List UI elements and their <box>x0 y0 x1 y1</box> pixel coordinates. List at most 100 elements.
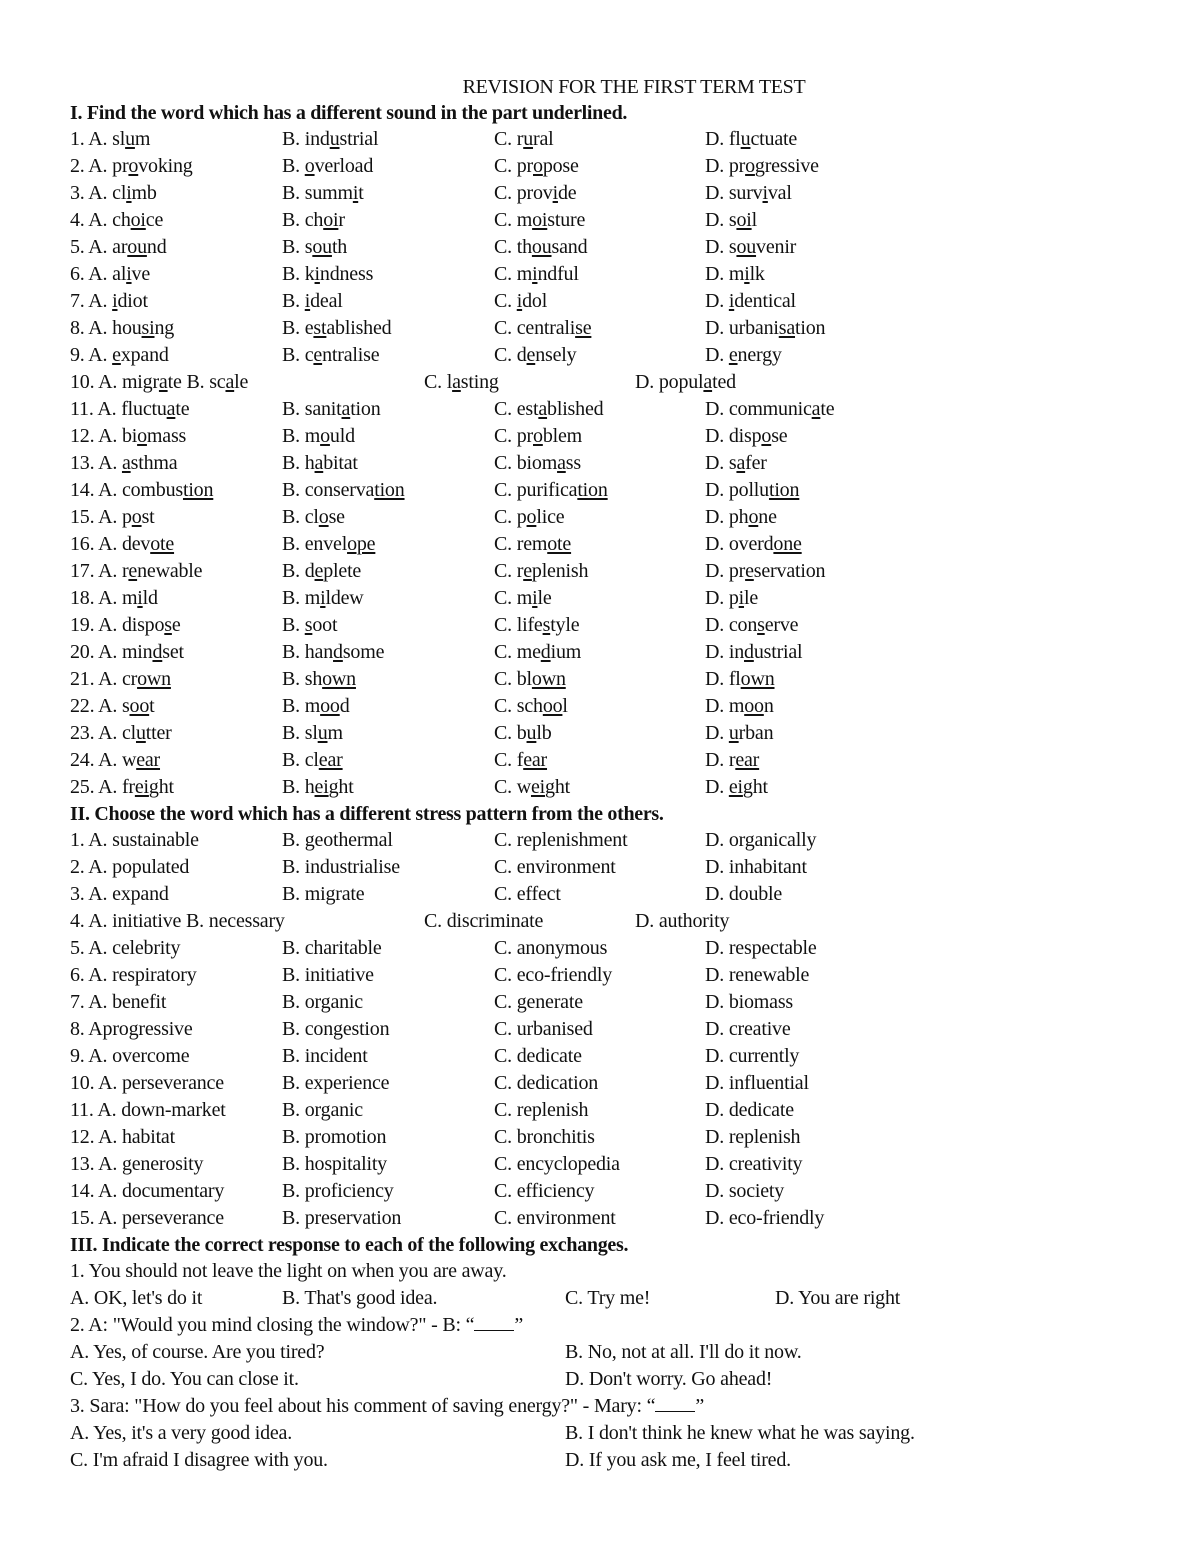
underlined-part: e <box>523 560 532 582</box>
underlined-part: e <box>745 560 754 582</box>
option-c: C. Yes, I do. You can close it. <box>70 1368 299 1390</box>
underlined-part: u <box>740 128 751 150</box>
option-b: B. envelope <box>282 533 376 555</box>
exchange-1-options: A. OK, let's do it B. That's good idea. … <box>70 1285 1150 1312</box>
underlined-part: ear <box>523 749 548 771</box>
underlined-part: a <box>452 371 461 393</box>
option-d: D. Don't worry. Go ahead! <box>565 1368 773 1390</box>
option-a: 15. A. perseverance <box>70 1207 224 1229</box>
option-c: C. purification <box>494 479 608 501</box>
option-c: C. remote <box>494 533 572 555</box>
underlined-part: ei <box>134 776 149 798</box>
question-row: 7. A. benefit B. organic C. generate D. bio… <box>70 989 1150 1016</box>
underlined-part: ei <box>314 776 329 798</box>
exchange-3-prompt: 3. Sara: "How do you feel about his comm… <box>70 1395 704 1417</box>
answer-blank <box>474 1314 515 1331</box>
option-a: 3. A. expand <box>70 883 169 905</box>
section-1-heading: I. Find the word which has a different s… <box>70 102 628 124</box>
option-b: B. deplete <box>282 560 362 582</box>
exchange-3-options-row-1: A. Yes, it's a very good idea. B. I don'… <box>70 1420 1150 1447</box>
option-a: 10. A. migrate B. scale <box>70 371 249 393</box>
option-b: B. mould <box>282 425 355 447</box>
option-c: C. centralise <box>494 317 592 339</box>
underlined-part: e <box>314 560 324 582</box>
option-d: D. influential <box>705 1072 809 1094</box>
question-row: 10. A. perseverance B. experience C. dedic… <box>70 1070 1150 1097</box>
question-row: 9. A. expand B. centralise C. densely D. en… <box>70 342 1150 369</box>
option-a: A. OK, let's do it <box>70 1287 203 1309</box>
option-b: B. geothermal <box>282 829 393 851</box>
underlined-part: o <box>533 425 543 447</box>
exchange-1-prompt: 1. You should not leave the light on whe… <box>70 1260 507 1282</box>
option-b: B. south <box>282 236 348 258</box>
underlined-part: ote <box>150 533 175 555</box>
option-a: 13. A. asthma <box>70 452 178 474</box>
underlined-part: o <box>131 506 142 528</box>
option-b: B. organic <box>282 1099 363 1121</box>
option-a: 22. A. soot <box>70 695 155 717</box>
underlined-part: si <box>141 317 155 339</box>
underlined-part: oo <box>320 695 340 717</box>
underlined-part: oo <box>542 695 563 717</box>
option-b: B. kindness <box>282 263 374 285</box>
underlined-part: e <box>526 344 536 366</box>
underlined-part: o <box>761 425 772 447</box>
underlined-part: ei <box>530 776 546 798</box>
option-b: B. soot <box>282 614 338 636</box>
underlined-part: u <box>125 128 135 150</box>
option-a: 8. A. housing <box>70 317 175 339</box>
option-a: 15. A. post <box>70 506 155 528</box>
underlined-part: ou <box>127 236 147 258</box>
underlined-part: e <box>112 344 121 366</box>
option-a: 20. A. mindset <box>70 641 184 663</box>
option-d: D. respectable <box>705 937 817 959</box>
option-d: D. flown <box>705 668 775 690</box>
option-d: D. industrial <box>705 641 803 663</box>
option-d: D. survival <box>705 182 792 204</box>
option-c: C. urbanised <box>494 1018 593 1040</box>
option-a: 7. A. idiot <box>70 290 148 312</box>
option-c: C. rural <box>494 128 554 150</box>
option-a: 11. A. fluctuate <box>70 398 190 420</box>
option-a: 11. A. down-market <box>70 1099 226 1121</box>
option-b: B. clear <box>282 749 343 771</box>
underlined-part: s <box>164 614 172 636</box>
underlined-part: a <box>225 371 235 393</box>
option-c: C. medium <box>494 641 582 663</box>
option-c: C. lasting <box>424 371 499 393</box>
document-page: REVISION FOR THE FIRST TERM TEST I. Find… <box>70 74 1150 1474</box>
underlined-part: d <box>333 641 343 663</box>
question-row: 13. A. generosity B. hospitality C. encycl… <box>70 1151 1150 1178</box>
question-row: 18. A. mild B. mildew C. mile D. pile <box>70 585 1150 612</box>
option-c: C. bulb <box>494 722 552 744</box>
option-b: B. That's good idea. <box>282 1287 438 1309</box>
option-a: 12. A. biomass <box>70 425 187 447</box>
underlined-part: d <box>540 641 551 663</box>
option-c: C. I'm afraid I disagree with you. <box>70 1449 328 1471</box>
option-c: C. replenishment <box>494 829 628 851</box>
option-a: 8. Aprogressive <box>70 1018 193 1040</box>
option-a: 4. A. choice <box>70 209 164 231</box>
underlined-part: st <box>313 317 327 339</box>
option-b: B. preservation <box>282 1207 402 1229</box>
question-row: 3. A. expand B. migrate C. effect D. double <box>70 881 1150 908</box>
underlined-part: d <box>744 641 754 663</box>
option-d: D. inhabitant <box>705 856 807 878</box>
option-d: D. safer <box>705 452 767 474</box>
option-b: B. incident <box>282 1045 368 1067</box>
option-d: D. biomass <box>705 991 794 1013</box>
option-d: D. dispose <box>705 425 788 447</box>
option-c: C. dedicate <box>494 1045 582 1067</box>
option-d: D. milk <box>705 263 765 285</box>
document-title: REVISION FOR THE FIRST TERM TEST <box>462 76 806 98</box>
underlined-part: se <box>575 317 592 339</box>
option-d: D. dedicate <box>705 1099 794 1121</box>
option-c: C. densely <box>494 344 577 366</box>
question-row: 11. A. fluctuate B. sanitation C. establis… <box>70 396 1150 423</box>
underlined-part: a <box>314 452 324 474</box>
underlined-part: a <box>158 371 168 393</box>
option-a: 1. A. sustainable <box>70 829 199 851</box>
question-row: 9. A. overcome B. incident C. dedicate D. c… <box>70 1043 1150 1070</box>
option-c: C. problem <box>494 425 583 447</box>
underlined-part: u <box>728 722 739 744</box>
